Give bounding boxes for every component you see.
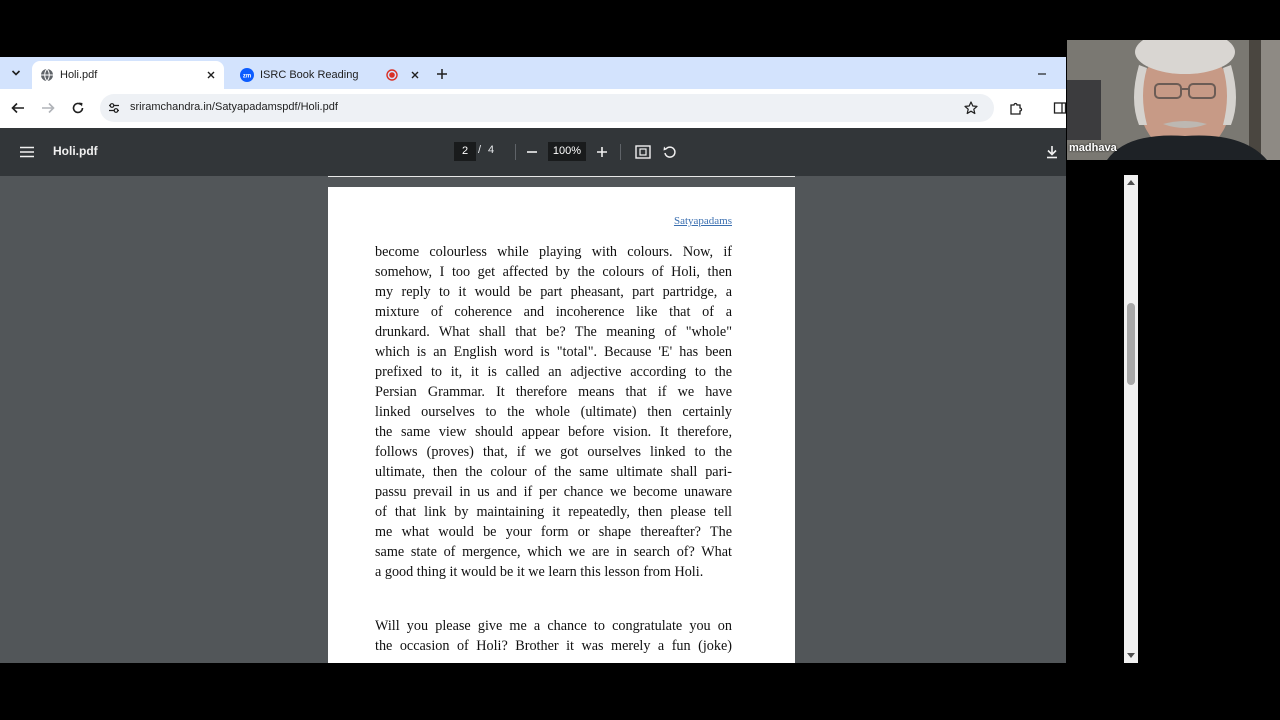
pdf-title: Holi.pdf — [53, 144, 98, 158]
text-line: mixture of coherence and incoherence lik… — [375, 304, 732, 320]
chevron-down-icon — [11, 70, 21, 76]
address-bar[interactable]: sriramchandra.in/Satyapadamspdf/Holi.pdf — [100, 94, 994, 122]
side-panel-icon — [1053, 102, 1066, 114]
new-tab-button[interactable] — [432, 64, 452, 84]
text-line: become colourless while playing with col… — [375, 244, 732, 260]
zoom-in-button[interactable] — [592, 142, 612, 162]
pdf-menu-button[interactable] — [17, 142, 37, 162]
text-line: passu prevail in us and if per chance we… — [375, 484, 732, 500]
rotate-button[interactable] — [660, 142, 680, 162]
svg-text:zm: zm — [243, 74, 251, 80]
side-panel-button[interactable] — [1050, 98, 1066, 118]
tune-icon — [109, 103, 119, 113]
url-text: sriramchandra.in/Satyapadamspdf/Holi.pdf — [130, 101, 338, 113]
minimize-button[interactable] — [1032, 64, 1052, 84]
download-button[interactable] — [1042, 142, 1062, 162]
tab-isrc-book-reading[interactable]: zm ISRC Book Reading — [232, 61, 428, 89]
toolbar-divider — [620, 144, 621, 160]
star-icon — [964, 101, 978, 115]
close-icon — [411, 71, 419, 79]
caret-down-icon — [1127, 653, 1135, 658]
participant-name: madhava — [1069, 142, 1117, 154]
forward-arrow-icon — [42, 102, 55, 114]
pdf-viewer-area[interactable]: Satyapadams become colourless while play… — [0, 176, 1066, 663]
tab-title: ISRC Book Reading — [260, 69, 359, 81]
bookmark-button[interactable] — [962, 99, 980, 117]
tab-holi-pdf[interactable]: Holi.pdf — [32, 61, 224, 89]
minus-icon — [527, 151, 537, 153]
paragraph-1: become colourless while playing with col… — [375, 242, 732, 582]
pdf-toolbar: Holi.pdf / 4 — [0, 128, 1066, 176]
close-tab-button[interactable] — [202, 66, 220, 84]
reload-icon — [72, 102, 84, 114]
scroll-thumb[interactable] — [1127, 303, 1135, 385]
recording-icon — [386, 69, 398, 81]
globe-icon — [41, 68, 53, 82]
zoom-level-input[interactable] — [548, 142, 586, 161]
forward-button[interactable] — [38, 98, 58, 118]
browser-toolbar: sriramchandra.in/Satyapadamspdf/Holi.pdf — [0, 89, 1066, 127]
text-line: linked ourselves to the whole (ultimate)… — [375, 404, 732, 420]
download-icon — [1047, 146, 1057, 159]
zoom-icon: zm — [240, 68, 254, 82]
tab-title: Holi.pdf — [60, 69, 98, 81]
page-separator: / — [478, 144, 482, 156]
back-button[interactable] — [8, 98, 28, 118]
text-line: follows (proves) that, if we got ourselv… — [375, 444, 732, 460]
site-info-button[interactable] — [106, 100, 122, 116]
close-tab-button[interactable] — [406, 66, 424, 84]
browser-window: Holi.pdf zm ISRC Book Reading sriramchan… — [0, 57, 1066, 663]
paragraph-2: Will you please give me a chance to cong… — [375, 616, 732, 656]
tab-search-button[interactable] — [6, 63, 26, 83]
text-line: me what would be your form or shape ther… — [375, 524, 732, 540]
text-line: drunkard. What shall that be? The meanin… — [375, 324, 732, 340]
text-line: Will you please give me a chance to cong… — [375, 618, 732, 634]
scroll-down-button[interactable] — [1124, 649, 1138, 663]
extensions-button[interactable] — [1006, 98, 1026, 118]
text-line: of that link by maintaining it repeatedl… — [375, 504, 732, 520]
text-line: the occasion of Holi? Brother it was mer… — [375, 638, 732, 654]
scroll-up-button[interactable] — [1124, 175, 1138, 189]
text-line: somehow, I too get affected by the colou… — [375, 264, 732, 280]
caret-up-icon — [1127, 180, 1135, 185]
fit-to-page-button[interactable] — [633, 142, 653, 162]
text-line: the same view should appear before visio… — [375, 424, 732, 440]
toolbar-divider — [515, 144, 516, 160]
pdf-page: Satyapadams become colourless while play… — [328, 187, 795, 663]
plus-icon — [597, 147, 607, 157]
fit-page-icon — [635, 145, 651, 159]
text-line: same state of mergence, which we are in … — [375, 544, 732, 560]
puzzle-icon — [1010, 102, 1023, 115]
reload-button[interactable] — [68, 98, 88, 118]
previous-page-edge — [328, 176, 795, 177]
text-line: prefixed to it, it is called an adjectiv… — [375, 364, 732, 380]
text-line: which is an English word is "total". Bec… — [375, 344, 732, 360]
minimize-icon — [1038, 73, 1046, 75]
text-line: ultimate, then the colour of the same ul… — [375, 464, 732, 480]
back-arrow-icon — [11, 102, 24, 114]
hamburger-icon — [20, 146, 34, 158]
plus-icon — [437, 69, 447, 79]
participant-video: madhava — [1067, 40, 1280, 160]
vertical-scrollbar[interactable] — [1124, 175, 1138, 663]
text-line: Persian Grammar. It therefore means that… — [375, 384, 732, 400]
rotate-icon — [663, 146, 676, 158]
zoom-out-button[interactable] — [522, 142, 542, 162]
total-pages: 4 — [488, 144, 495, 156]
close-icon — [207, 71, 215, 79]
text-line: my reply to it would be part pheasant, p… — [375, 284, 732, 300]
tab-strip: Holi.pdf zm ISRC Book Reading — [0, 57, 1066, 89]
text-line: a good thing it would be it we learn thi… — [375, 564, 704, 580]
satyapadams-link[interactable]: Satyapadams — [674, 215, 732, 227]
page-number-input[interactable] — [454, 142, 476, 161]
